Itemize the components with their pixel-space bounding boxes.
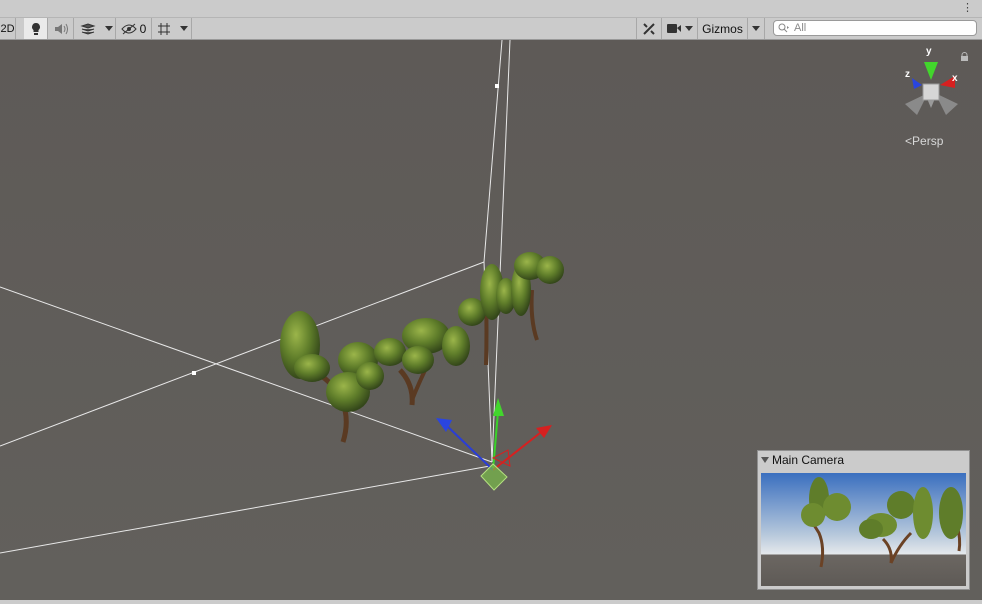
camera-preview-panel: Main Camera: [757, 450, 970, 590]
grid-icon: [158, 22, 170, 35]
effects-stack-icon: [80, 22, 96, 35]
chevron-down-icon: [104, 26, 113, 31]
tools-button[interactable]: [636, 18, 662, 39]
window-bottom-border: [0, 600, 982, 604]
gizmos-label: Gizmos: [702, 21, 743, 36]
tree-trunk: [529, 289, 539, 341]
tree-foliage: [536, 256, 564, 284]
lightbulb-icon: [31, 22, 40, 35]
search-input[interactable]: All: [773, 20, 977, 36]
projection-label: Persp: [912, 134, 944, 148]
hidden-objects-toggle[interactable]: 0: [116, 18, 152, 39]
axis-z-label: z: [905, 69, 910, 80]
chevron-down-icon: [685, 26, 693, 31]
gizmo-center-cube: [480, 463, 508, 491]
tools-icon: [643, 22, 655, 35]
search-placeholder: All: [794, 22, 807, 34]
gizmos-button[interactable]: Gizmos: [698, 18, 748, 39]
camera-frustum: [0, 40, 511, 554]
orientation-y-cone: [924, 62, 938, 80]
search-icon: [778, 23, 789, 33]
grid-toggle[interactable]: [152, 18, 176, 39]
vertical-ellipsis-icon[interactable]: ⋮: [962, 2, 973, 14]
chevron-down-icon: [179, 26, 188, 31]
chevron-down-icon: [752, 26, 760, 31]
orientation-gizmo[interactable]: [905, 62, 958, 115]
audio-toggle[interactable]: [48, 18, 74, 39]
video-camera-icon: [667, 24, 681, 33]
grid-dropdown[interactable]: [176, 18, 192, 39]
axis-x-label: x: [952, 73, 958, 84]
axis-y-label: y: [926, 46, 932, 57]
gizmo-x-axis: [492, 432, 541, 471]
tree-foliage: [442, 326, 470, 366]
frustum-handle[interactable]: [192, 371, 196, 375]
camera-preview-title: Main Camera: [772, 453, 845, 467]
camera-settings-button[interactable]: [662, 18, 698, 39]
gizmo-z-cone: [436, 418, 452, 432]
tree-foliage: [374, 338, 406, 366]
mode-2d-button[interactable]: 2D: [0, 18, 16, 39]
window-tab-strip: ⋮: [0, 0, 982, 18]
camera-preview-header[interactable]: Main Camera: [761, 453, 844, 467]
tree-group[interactable]: [280, 252, 564, 443]
tree-trunk: [398, 368, 415, 406]
camera-preview-render: [761, 473, 966, 586]
projection-toggle[interactable]: <Persp: [905, 134, 943, 148]
speaker-icon: [54, 23, 68, 34]
eye-slash-icon: [120, 23, 137, 34]
triangle-down-icon[interactable]: [761, 457, 769, 463]
tree-foliage: [356, 362, 384, 390]
gizmo-x-cone: [536, 425, 552, 438]
gizmo-z-axis: [444, 423, 494, 471]
orientation-z-cone: [912, 78, 922, 89]
scene-toolbar: 2D 0 Gizmos All: [0, 18, 982, 40]
frustum-handle[interactable]: [495, 84, 499, 88]
hidden-count: 0: [139, 21, 147, 36]
projection-icon: <: [905, 134, 913, 148]
gizmos-dropdown[interactable]: [748, 18, 765, 39]
lock-icon[interactable]: [960, 52, 969, 62]
effects-dropdown[interactable]: [102, 18, 116, 39]
effects-toggle[interactable]: [74, 18, 102, 39]
tree-foliage: [402, 346, 434, 374]
tree-foliage: [294, 354, 330, 382]
lighting-toggle[interactable]: [24, 18, 48, 39]
mode-2d-label: 2D: [0, 22, 15, 35]
